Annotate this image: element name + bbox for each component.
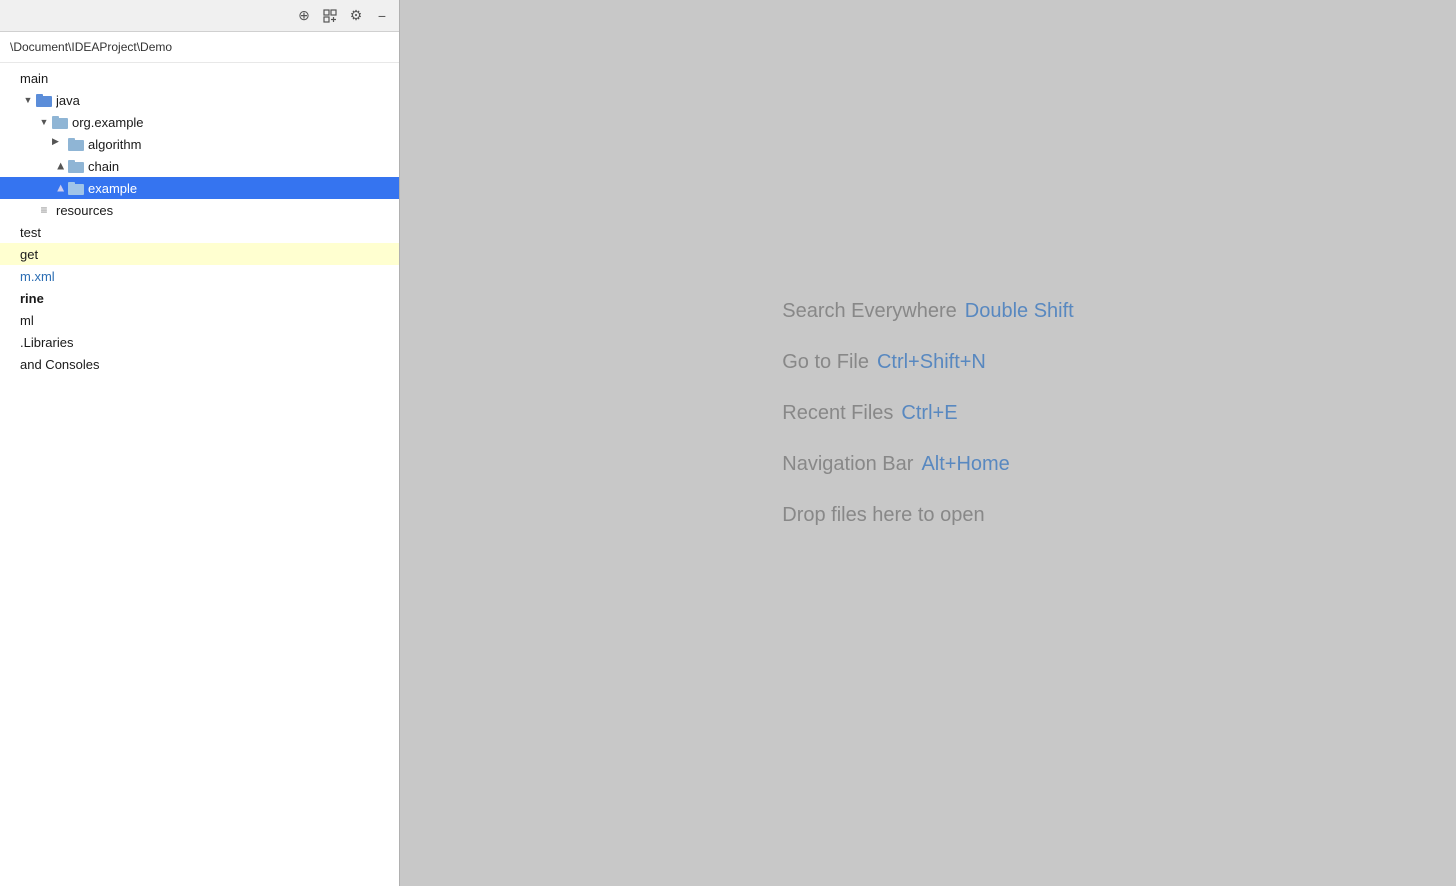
tree-label-org-example: org.example [72,115,399,130]
tree-arrow-example: ▶ [52,180,68,196]
resources-icon: ≡ [36,202,52,218]
tree-label-example: example [88,181,399,196]
tree-item-org-example[interactable]: ▼ org.example [0,111,399,133]
hint-shortcut-goto: Ctrl+Shift+N [877,351,986,374]
tree-item-test[interactable]: ▶ test [0,221,399,243]
tree-item-mxml[interactable]: ▶ m.xml [0,265,399,287]
tree-label-test: test [20,225,399,240]
folder-icon-chain [68,158,84,174]
collapse-all-icon[interactable] [319,5,341,27]
editor-area: Search Everywhere Double Shift Go to Fil… [400,0,1456,886]
tree-item-resources[interactable]: ▶ ≡ resources [0,199,399,221]
tree-label-algorithm: algorithm [88,137,399,152]
hint-search-everywhere: Search Everywhere Double Shift [782,300,1074,323]
tree-arrow-algorithm: ▶ [52,136,68,152]
hint-goto-file: Go to File Ctrl+Shift+N [782,351,1074,374]
minimize-icon[interactable]: − [371,5,393,27]
folder-icon-java [36,92,52,108]
hint-label-goto: Go to File [782,351,869,374]
folder-icon-org-example [52,114,68,130]
hints-container: Search Everywhere Double Shift Go to Fil… [782,300,1074,527]
tree-item-example[interactable]: ▶ example [0,177,399,199]
hint-shortcut-nav: Alt+Home [921,453,1009,476]
tree-label-mxml: m.xml [20,269,399,284]
tree-label-consoles: and Consoles [20,357,399,372]
tree-arrow-org-example: ▼ [36,114,52,130]
hint-shortcut-search: Double Shift [965,300,1074,323]
folder-icon-example [68,180,84,196]
hint-shortcut-recent: Ctrl+E [901,402,957,425]
folder-icon-algorithm [68,136,84,152]
panel-toolbar: ⊕ ⚙ − [0,0,399,32]
settings-icon[interactable]: ⚙ [345,5,367,27]
tree-item-get[interactable]: ▶ get [0,243,399,265]
tree-label-resources: resources [56,203,399,218]
tree-item-algorithm[interactable]: ▶ algorithm [0,133,399,155]
tree-item-ml[interactable]: ▶ ml [0,309,399,331]
project-path: \Document\IDEAProject\Demo [0,32,399,63]
hint-recent-files: Recent Files Ctrl+E [782,402,1074,425]
hint-label-drop: Drop files here to open [782,504,984,527]
tree-label-rine: rine [20,291,399,306]
tree-item-chain[interactable]: ▶ chain [0,155,399,177]
tree-item-consoles[interactable]: ▶ and Consoles [0,353,399,375]
tree-arrow-java: ▼ [20,92,36,108]
tree-label-ml: ml [20,313,399,328]
tree-label-java: java [56,93,399,108]
add-content-icon[interactable]: ⊕ [293,5,315,27]
tree-label-chain: chain [88,159,399,174]
hint-drop-files: Drop files here to open [782,504,1074,527]
tree-label-main: main [20,71,399,86]
tree-arrow-chain: ▶ [52,158,68,174]
tree-item-java[interactable]: ▼ java [0,89,399,111]
hint-label-nav: Navigation Bar [782,453,913,476]
hint-label-search: Search Everywhere [782,300,957,323]
hint-navigation-bar: Navigation Bar Alt+Home [782,453,1074,476]
tree-label-libraries: .Libraries [20,335,399,350]
hint-label-recent: Recent Files [782,402,893,425]
tree-item-main[interactable]: ▶ main [0,67,399,89]
project-panel: ⊕ ⚙ − \Document\IDEAProject\Demo ▶ main … [0,0,400,886]
tree-item-rine[interactable]: ▶ rine [0,287,399,309]
tree-item-libraries[interactable]: ▶ .Libraries [0,331,399,353]
tree-label-get: get [20,247,399,262]
project-tree: ▶ main ▼ java ▼ org.example [0,63,399,886]
